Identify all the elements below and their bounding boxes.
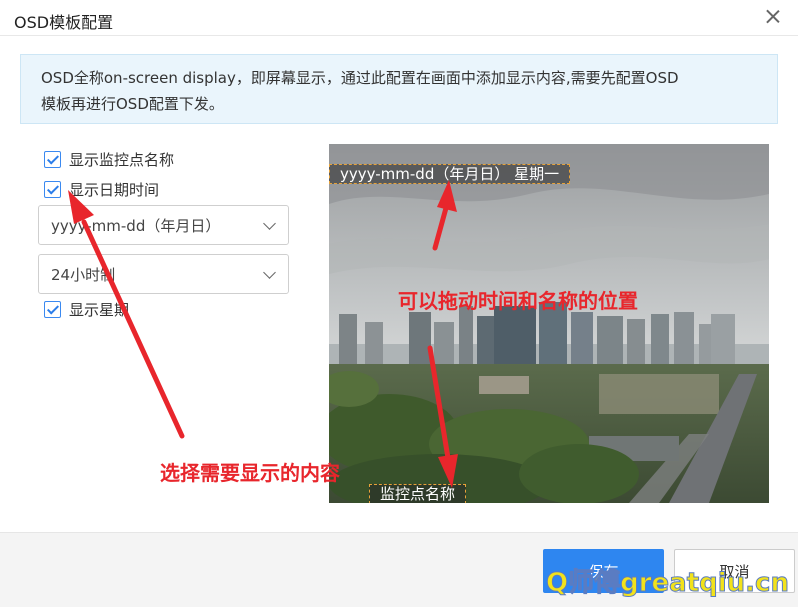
- date-format-select[interactable]: yyyy-mm-dd（年月日）: [38, 205, 289, 245]
- watermark: Q师傅greatqiu.cn: [546, 568, 790, 599]
- checkbox-checked-icon[interactable]: [44, 150, 61, 168]
- select-hint-annotation: 选择需要显示的内容: [160, 461, 340, 485]
- time-format-value: 24小时制: [51, 265, 116, 284]
- dialog-header: OSD模板配置: [0, 0, 798, 36]
- show-datetime-checkbox[interactable]: 显示日期时间: [44, 179, 159, 199]
- notice-text-line1: OSD全称on-screen display，即屏幕显示，通过此配置在画面中添加…: [41, 69, 679, 87]
- drag-hint-annotation: 可以拖动时间和名称的位置: [398, 289, 638, 313]
- osd-template-dialog: OSD模板配置 OSD全称on-screen display，即屏幕显示，通过此…: [0, 0, 798, 607]
- notice-text-line2: 模板再进行OSD配置下发。: [41, 95, 224, 113]
- show-point-name-label: 显示监控点名称: [69, 150, 175, 169]
- date-format-value: yyyy-mm-dd（年月日）: [51, 216, 221, 235]
- show-point-name-checkbox[interactable]: 显示监控点名称: [44, 149, 174, 169]
- chevron-down-icon: [263, 217, 276, 230]
- checkbox-checked-icon[interactable]: [44, 300, 61, 318]
- show-weekday-checkbox[interactable]: 显示星期: [44, 299, 129, 319]
- show-weekday-label: 显示星期: [69, 300, 130, 319]
- video-preview: yyyy-mm-dd（年月日） 星期一 监控点名称: [329, 144, 769, 503]
- dialog-title: OSD模板配置: [14, 13, 114, 32]
- datetime-osd-overlay[interactable]: yyyy-mm-dd（年月日） 星期一: [329, 164, 571, 184]
- show-datetime-label: 显示日期时间: [69, 180, 160, 199]
- checkbox-checked-icon[interactable]: [44, 180, 61, 198]
- point-name-osd-overlay[interactable]: 监控点名称: [369, 484, 467, 503]
- city-scene-image: [329, 144, 769, 503]
- chevron-down-icon: [263, 266, 276, 279]
- info-notice: OSD全称on-screen display，即屏幕显示，通过此配置在画面中添加…: [20, 54, 778, 124]
- close-icon[interactable]: [762, 6, 784, 28]
- time-format-select[interactable]: 24小时制: [38, 254, 289, 294]
